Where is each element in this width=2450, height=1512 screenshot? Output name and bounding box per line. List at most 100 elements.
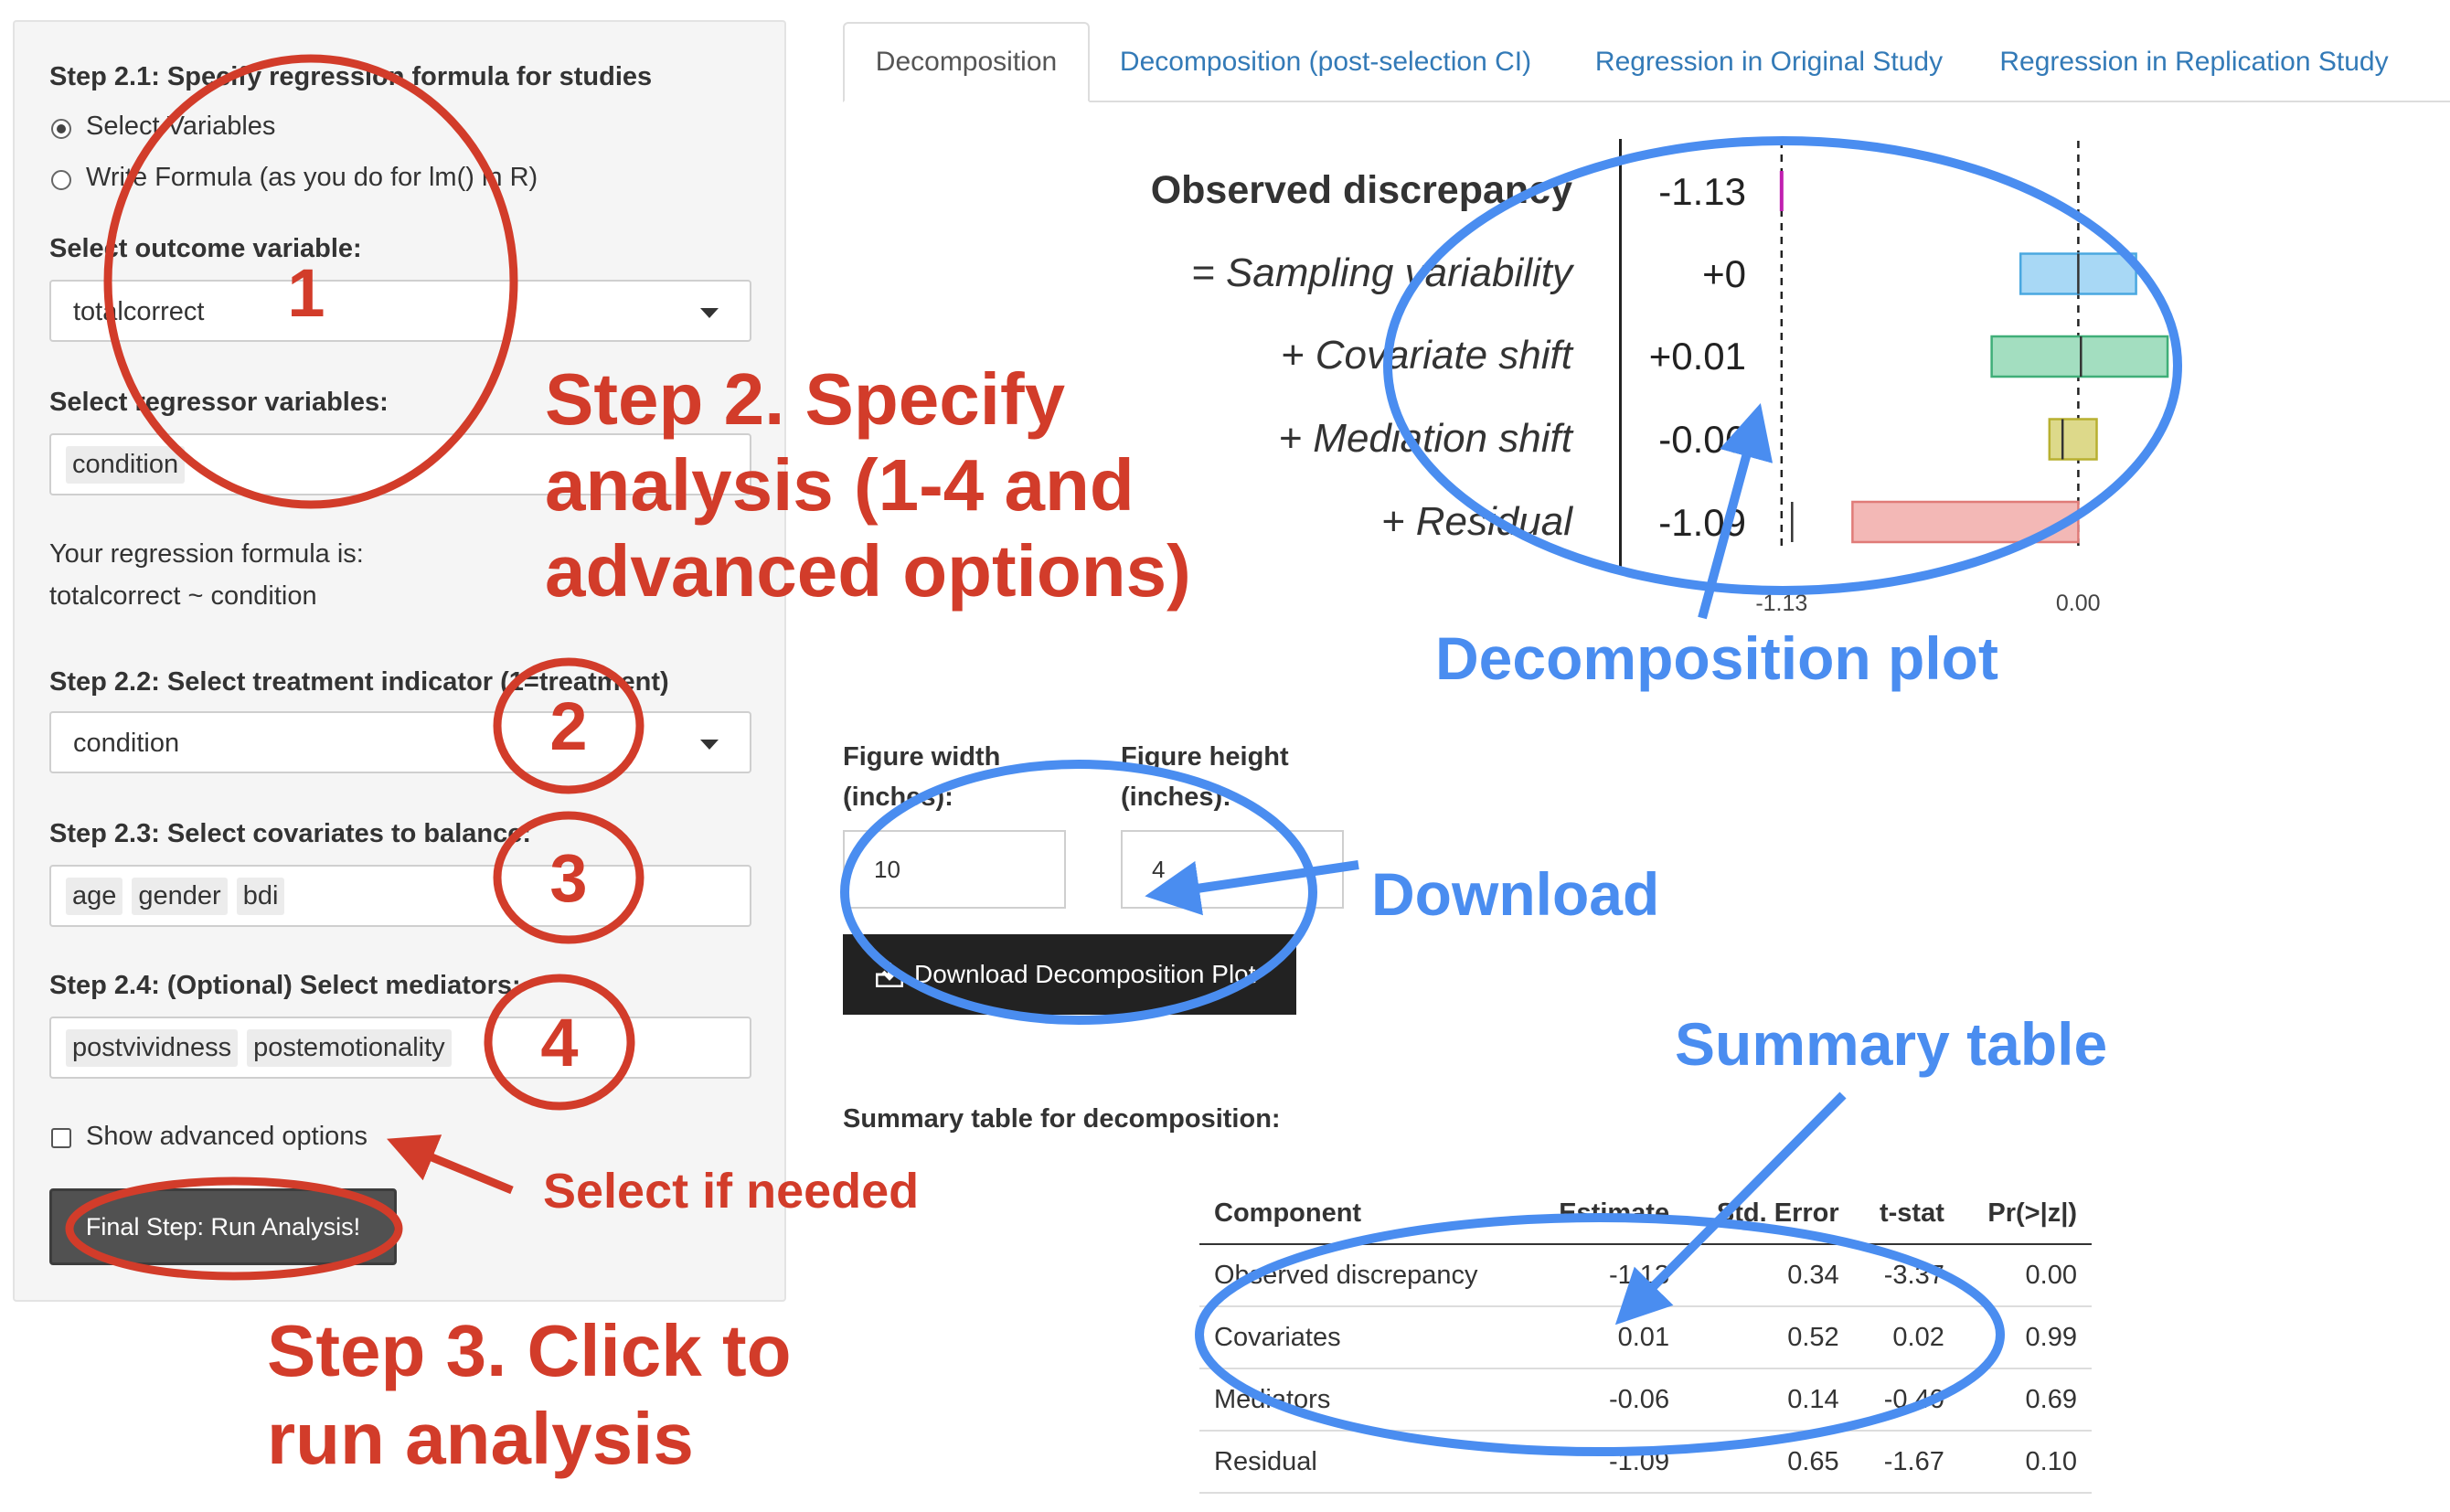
table-cell: 0.02 (1853, 1306, 1959, 1369)
plot-row-label: + Covariate shift (1280, 333, 1572, 378)
radio-write-formula[interactable] (51, 170, 71, 190)
covariate-chip[interactable]: bdi (236, 877, 285, 915)
table-header-row: Component Estimate Std. Error t-stat Pr(… (1199, 1183, 2092, 1245)
download-icon (876, 963, 903, 987)
table-cell: 0.00 (1958, 1244, 2092, 1307)
table-row: Covariates 0.01 0.52 0.02 0.99 (1199, 1306, 2092, 1369)
column-header: Estimate (1527, 1183, 1685, 1245)
figure-width-input[interactable]: 10 (843, 830, 1066, 909)
table-cell: -0.40 (1853, 1368, 1959, 1432)
x-tick-label: 0.00 (2055, 591, 2101, 616)
chevron-down-icon (700, 308, 719, 318)
table-cell: 0.69 (1958, 1368, 2092, 1432)
plot-row-label: + Mediation shift (1278, 416, 1572, 461)
table-cell: 0.01 (1527, 1306, 1685, 1369)
table-cell: -3.37 (1853, 1244, 1959, 1307)
decomposition-plot (1779, 141, 2169, 548)
column-header: Pr(>|z|) (1958, 1183, 2092, 1245)
summary-table-title: Summary table for decomposition: (843, 1104, 1281, 1134)
table-cell: 0.52 (1684, 1306, 1854, 1369)
decomposition-bar (1851, 500, 2080, 544)
outcome-select[interactable]: totalcorrect (49, 280, 751, 342)
download-plot-button[interactable]: Download Decomposition Plot (843, 934, 1296, 1015)
treatment-select[interactable]: condition (49, 711, 751, 773)
table-cell: -0.06 (1527, 1368, 1685, 1432)
chevron-down-icon (700, 740, 719, 750)
plot-axis-divider (1619, 139, 1622, 570)
table-cell: 0.34 (1684, 1244, 1854, 1307)
tab-decomposition-post-selection-ci[interactable]: Decomposition (post-selection CI) (1106, 22, 1545, 102)
outcome-value: totalcorrect (73, 297, 205, 326)
column-header: Component (1199, 1183, 1528, 1245)
plot-row-label: + Residual (1380, 499, 1572, 544)
advanced-options-checkbox[interactable] (51, 1128, 71, 1148)
table-cell: -1.09 (1527, 1431, 1685, 1494)
formula-label: Your regression formula is: (49, 539, 364, 569)
x-tick-label: -1.13 (1755, 591, 1808, 616)
tab-regression-original[interactable]: Regression in Original Study (1582, 22, 1956, 102)
annotation-number-3: 3 (549, 840, 588, 916)
plot-row-label: = Sampling variability (1191, 250, 1572, 295)
column-header: t-stat (1853, 1183, 1959, 1245)
table-row: Residual -1.09 0.65 -1.67 0.10 (1199, 1431, 2092, 1494)
step24-label: Step 2.4: (Optional) Select mediators: (49, 971, 521, 1000)
annotation-select-if-needed: Select if needed (543, 1164, 920, 1219)
annotation-number-2: 2 (549, 688, 588, 764)
table-row: Mediators -0.06 0.14 -0.40 0.69 (1199, 1368, 2092, 1432)
covariate-chip[interactable]: age (66, 877, 123, 915)
table-cell: Covariates (1199, 1306, 1528, 1369)
mediator-chip[interactable]: postemotionality (247, 1028, 452, 1067)
decomposition-bar (2048, 418, 2098, 461)
regressor-chip[interactable]: condition (66, 445, 186, 484)
radio-write-formula-label[interactable]: Write Formula (as you do for lm() in R) (86, 163, 538, 193)
annotation-step2-line: Step 2. Specify (545, 358, 1066, 440)
annotation-step3-line: run analysis (267, 1398, 694, 1479)
table-cell: 0.99 (1958, 1306, 2092, 1369)
annotation-download: Download (1371, 860, 1660, 928)
step23-label: Step 2.3: Select covariates to balance: (49, 819, 532, 848)
mediator-chip[interactable]: postvividness (66, 1028, 239, 1067)
table-cell: Observed discrepancy (1199, 1244, 1528, 1307)
annotation-summary-table: Summary table (1675, 1010, 2108, 1078)
figure-height-input[interactable]: 4 (1121, 830, 1344, 909)
table-cell: 0.65 (1684, 1431, 1854, 1494)
annotation-number-1: 1 (287, 255, 325, 331)
advanced-options-label[interactable]: Show advanced options (86, 1122, 368, 1152)
regressor-label: Select regressor variables: (49, 388, 389, 417)
tab-regression-replication[interactable]: Regression in Replication Study (1984, 22, 2404, 102)
sidebar-panel (13, 20, 786, 1302)
formula-value: totalcorrect ~ condition (49, 581, 317, 611)
run-analysis-button[interactable]: Final Step: Run Analysis! (49, 1188, 397, 1265)
annotation-decomposition-plot: Decomposition plot (1435, 624, 1998, 692)
decomposition-bar (1990, 335, 2169, 378)
mediator-select[interactable]: postvividness postemotionality (49, 1017, 751, 1079)
table-cell: 0.14 (1684, 1368, 1854, 1432)
plot-row-value: -0.06 (1658, 418, 1746, 461)
annotation-step3-line: Step 3. Click to (267, 1310, 792, 1391)
covariate-select[interactable]: age gender bdi (49, 865, 751, 927)
annotation-step2-line: advanced options) (545, 530, 1191, 612)
annotation-step3: Step 3. Click to run analysis (267, 1307, 791, 1483)
covariate-chip[interactable]: gender (132, 877, 228, 915)
table-cell: 0.10 (1958, 1431, 2092, 1494)
plot-row-value: -1.13 (1658, 170, 1746, 213)
radio-select-variables-label[interactable]: Select Variables (86, 112, 275, 142)
plot-row-value: -1.09 (1658, 501, 1746, 544)
plot-row-label: Observed discrepancy (1150, 168, 1572, 212)
tab-decomposition[interactable]: Decomposition (843, 22, 1090, 102)
table-cell: Residual (1199, 1431, 1528, 1494)
annotation-step2: Step 2. Specify analysis (1-4 and advanc… (545, 357, 1191, 614)
table-cell: -1.67 (1853, 1431, 1959, 1494)
annotation-step2-line: analysis (1-4 and (545, 444, 1134, 526)
radio-select-variables[interactable] (51, 119, 71, 139)
figure-height-label: Figure height (inches): (1121, 742, 1289, 812)
plot-row-value: +0.01 (1648, 335, 1746, 378)
figure-width-label: Figure width (inches): (843, 742, 1001, 812)
table-cell: Mediators (1199, 1368, 1528, 1432)
download-plot-button-label: Download Decomposition Plot (914, 960, 1256, 988)
step21-label: Step 2.1: Specify regression formula for… (49, 62, 653, 91)
column-header: Std. Error (1684, 1183, 1854, 1245)
table-row: Observed discrepancy -1.13 0.34 -3.37 0.… (1199, 1244, 2092, 1307)
summary-table: Component Estimate Std. Error t-stat Pr(… (1199, 1183, 2092, 1494)
table-cell: -1.13 (1527, 1244, 1685, 1307)
